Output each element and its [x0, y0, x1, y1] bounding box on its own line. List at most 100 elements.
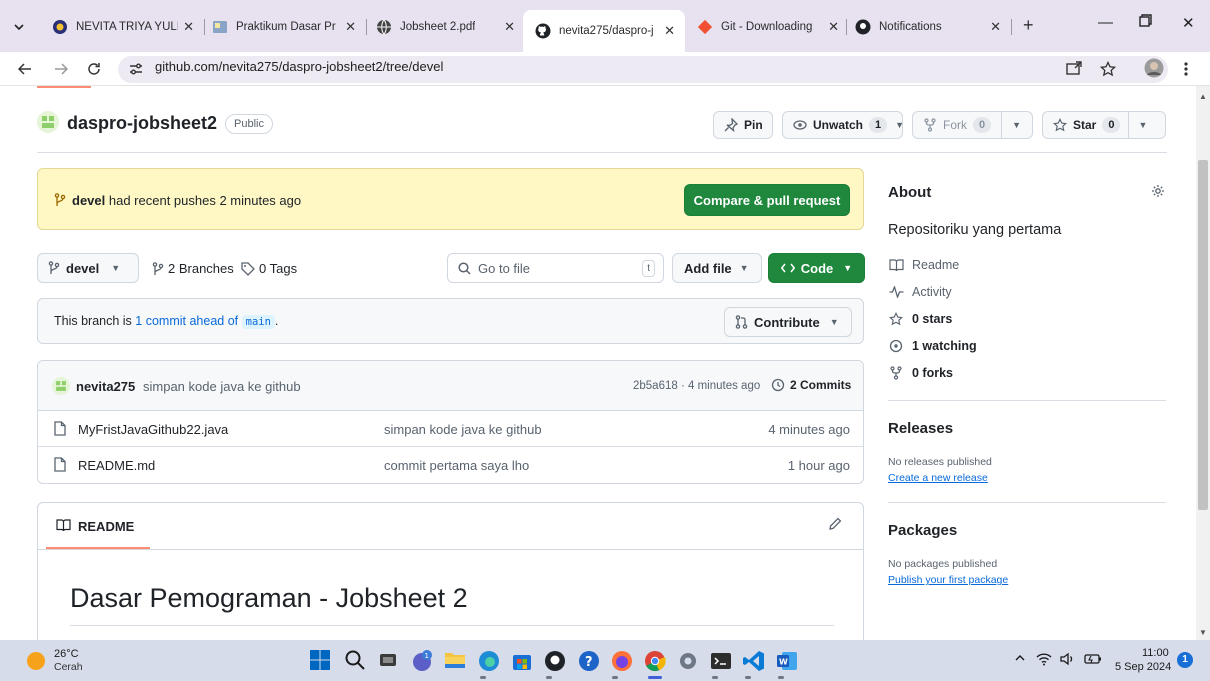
repo-name[interactable]: daspro-jobsheet2 — [67, 113, 217, 134]
windows-start-icon[interactable] — [309, 649, 333, 673]
bookmark-star-icon[interactable] — [1100, 61, 1118, 79]
battery-icon[interactable] — [1084, 652, 1102, 666]
repo-owner-avatar[interactable] — [37, 111, 59, 133]
close-window-button[interactable]: ✕ — [1182, 14, 1195, 32]
weather-condition[interactable]: Cerah — [54, 661, 83, 673]
caret-down-icon[interactable]: ▼ — [1138, 120, 1147, 130]
wifi-icon[interactable] — [1036, 652, 1052, 666]
edit-pencil-icon[interactable] — [828, 517, 842, 531]
activity-link[interactable]: Activity — [888, 285, 952, 299]
tab-search-button[interactable] — [10, 18, 28, 36]
new-tab-button[interactable]: + — [1023, 15, 1034, 36]
weather-sun-icon[interactable] — [26, 651, 46, 671]
restore-button[interactable] — [1139, 14, 1152, 27]
file-icon — [54, 457, 66, 472]
pin-button[interactable]: Pin — [713, 111, 773, 139]
star-button[interactable]: Star 0 ▼ — [1042, 111, 1166, 139]
gear-icon[interactable] — [1151, 184, 1165, 198]
clock-time[interactable]: 11:00 — [1142, 647, 1169, 659]
publish-package-link[interactable]: Publish your first package — [888, 574, 1008, 586]
file-name[interactable]: README.md — [78, 458, 155, 473]
releases-title[interactable]: Releases — [888, 420, 953, 437]
branches-link[interactable]: 2 Branches — [152, 261, 234, 276]
author-avatar[interactable] — [52, 377, 70, 395]
vscode-icon[interactable] — [742, 649, 766, 673]
tab-github-repo[interactable]: nevita275/daspro-j ✕ — [523, 10, 685, 52]
profile-avatar[interactable] — [1144, 58, 1164, 78]
tab-close-icon[interactable]: ✕ — [345, 19, 356, 35]
tab-git-downloading[interactable]: Git - Downloading ✕ — [697, 16, 845, 38]
tab-close-icon[interactable]: ✕ — [828, 19, 839, 35]
stars-link[interactable]: 0 stars — [888, 312, 952, 326]
code-button[interactable]: Code ▼ — [768, 253, 865, 283]
tab-close-icon[interactable]: ✕ — [990, 19, 1001, 35]
file-name[interactable]: MyFristJavaGithub22.java — [78, 422, 228, 437]
tab-close-icon[interactable]: ✕ — [504, 19, 515, 35]
base-branch-chip[interactable]: main — [241, 315, 275, 329]
search-icon[interactable] — [344, 649, 368, 673]
contribute-button[interactable]: Contribute ▼ — [724, 307, 852, 337]
tab-nevita[interactable]: NEVITA TRIYA YULI ✕ — [52, 16, 200, 38]
tab-close-icon[interactable]: ✕ — [664, 23, 675, 39]
settings-gear-icon[interactable] — [676, 649, 700, 673]
tags-link[interactable]: 0 Tags — [241, 261, 297, 276]
scrollbar-thumb[interactable] — [1198, 160, 1208, 510]
firefox-icon[interactable] — [610, 649, 634, 673]
tab-notifications[interactable]: Notifications ✕ — [855, 16, 1007, 38]
tab-title: nevita275/daspro-j — [559, 25, 654, 37]
commit-meta[interactable]: 2b5a618 · 4 minutes ago — [633, 380, 760, 392]
forward-button[interactable] — [52, 60, 70, 78]
clock-date[interactable]: 5 Sep 2024 — [1115, 661, 1171, 673]
reload-button[interactable] — [85, 60, 103, 78]
commit-message[interactable]: simpan kode java ke github — [143, 379, 301, 394]
volume-icon[interactable] — [1060, 652, 1076, 666]
packages-title[interactable]: Packages — [888, 522, 957, 539]
tab-jobsheet-pdf[interactable]: Jobsheet 2.pdf ✕ — [376, 16, 521, 38]
microsoft-store-icon[interactable] — [510, 649, 534, 673]
chevron-up-icon[interactable] — [1014, 653, 1026, 663]
terminal-icon[interactable] — [709, 649, 733, 673]
create-release-link[interactable]: Create a new release — [888, 472, 988, 484]
file-commit-message[interactable]: simpan kode java ke github — [384, 422, 542, 437]
branch-select[interactable]: devel ▼ — [37, 253, 139, 283]
word-icon[interactable]: W — [775, 649, 799, 673]
readme-link[interactable]: Readme — [888, 258, 959, 272]
file-row[interactable]: README.md commit pertama saya lho 1 hour… — [38, 447, 863, 483]
tab-separator — [846, 19, 847, 35]
go-to-file-input[interactable]: Go to file t — [447, 253, 664, 283]
file-commit-message[interactable]: commit pertama saya lho — [384, 458, 529, 473]
scroll-down-arrow-icon[interactable]: ▼ — [1199, 628, 1207, 637]
file-row[interactable]: MyFristJavaGithub22.java simpan kode jav… — [38, 411, 863, 447]
teams-chat-icon[interactable]: 1 — [410, 649, 434, 673]
recent-push-banner: devel had recent pushes 2 minutes ago Co… — [37, 168, 864, 230]
add-file-button[interactable]: Add file ▼ — [672, 253, 762, 283]
watching-link[interactable]: 1 watching — [888, 339, 977, 353]
ahead-commits-link[interactable]: 1 commit ahead of — [135, 314, 238, 328]
push-branch-name[interactable]: devel — [72, 193, 105, 208]
unwatch-button[interactable]: Unwatch 1 ▼ — [782, 111, 904, 139]
caret-down-icon[interactable]: ▼ — [1012, 120, 1021, 130]
readme-tab[interactable]: README — [46, 503, 150, 549]
back-button[interactable] — [16, 60, 34, 78]
edge-browser-icon[interactable] — [477, 649, 501, 673]
tab-close-icon[interactable]: ✕ — [183, 19, 194, 35]
commit-author[interactable]: nevita275 — [76, 379, 135, 394]
help-icon[interactable]: ? — [577, 649, 601, 673]
minimize-button[interactable]: — — [1098, 14, 1113, 31]
weather-temperature[interactable]: 26°C — [54, 648, 79, 660]
commits-link[interactable]: 2 Commits — [771, 378, 851, 392]
forks-link[interactable]: 0 forks — [888, 366, 953, 380]
svg-text:W: W — [779, 658, 788, 667]
task-view-icon[interactable] — [377, 649, 401, 673]
notification-badge[interactable]: 1 — [1177, 652, 1193, 668]
install-app-icon[interactable] — [1066, 61, 1084, 79]
file-explorer-icon[interactable] — [443, 649, 467, 673]
github-desktop-icon[interactable] — [543, 649, 567, 673]
compare-pull-request-button[interactable]: Compare & pull request — [684, 184, 850, 216]
site-settings-icon[interactable] — [128, 61, 146, 79]
fork-button[interactable]: Fork 0 ▼ — [912, 111, 1033, 139]
browser-menu-icon[interactable] — [1184, 61, 1202, 79]
tab-praktikum[interactable]: Praktikum Dasar Pr ✕ — [212, 16, 362, 38]
scroll-up-arrow-icon[interactable]: ▲ — [1199, 92, 1207, 101]
chrome-icon[interactable] — [643, 649, 667, 673]
